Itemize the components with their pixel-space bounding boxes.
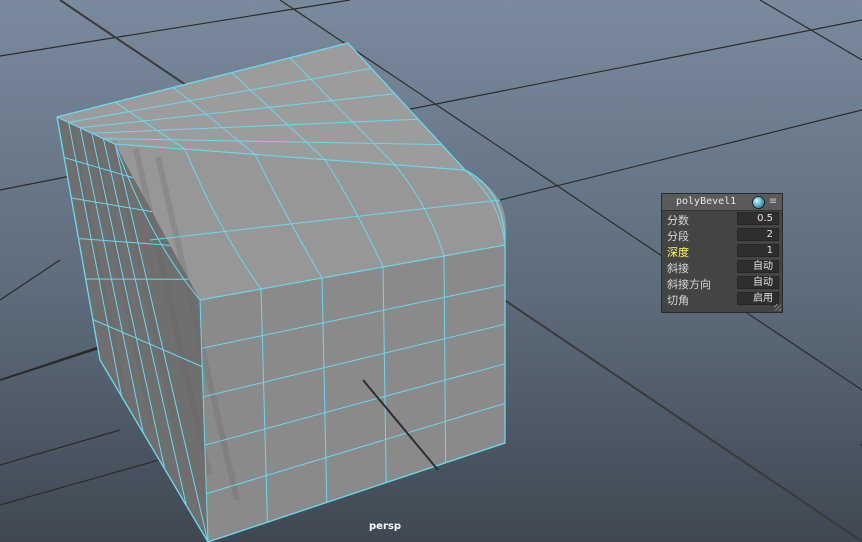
- node-name-label: polyBevel1: [676, 196, 737, 207]
- attribute-label[interactable]: 斜接方向: [667, 276, 711, 292]
- attribute-label[interactable]: 斜接: [667, 260, 689, 276]
- globe-icon[interactable]: [752, 196, 765, 209]
- attribute-value-field[interactable]: 2: [737, 228, 779, 241]
- grid-line: [0, 259, 61, 301]
- channel-box-header: polyBevel1 ≡: [662, 194, 782, 211]
- attribute-list: 分数 0.5 分段 2 深度 1 斜接 自动 斜接方向 自动 切角 启用: [662, 211, 782, 307]
- grid-line: [759, 0, 862, 61]
- camera-name-label: persp: [369, 521, 401, 532]
- attribute-label[interactable]: 切角: [667, 292, 689, 308]
- attribute-label[interactable]: 分段: [667, 228, 689, 244]
- beveled-cube-mesh[interactable]: [56, 42, 507, 542]
- polybevel-channel-box: polyBevel1 ≡ 分数 0.5 分段 2 深度 1 斜接 自动 斜接方向 自动 切角 启用: [661, 193, 783, 313]
- 3d-viewport[interactable]: persp polyBevel1 ≡ 分数 0.5 分段 2 深度 1 斜接 自动 斜接方向 自动…: [0, 0, 862, 542]
- attribute-row[interactable]: 分数 0.5: [662, 211, 782, 227]
- attribute-value-field[interactable]: 自动: [737, 276, 779, 289]
- grid-line: [0, 429, 121, 466]
- attribute-value-field[interactable]: 启用: [737, 292, 779, 305]
- attribute-label[interactable]: 分数: [667, 212, 689, 228]
- menu-icon[interactable]: ≡: [768, 194, 778, 210]
- attribute-value-field[interactable]: 1: [737, 244, 779, 257]
- attribute-value-field[interactable]: 0.5: [737, 212, 779, 225]
- attribute-row[interactable]: 斜接方向 自动: [662, 275, 782, 291]
- grid-line: [499, 109, 862, 201]
- attribute-row[interactable]: 分段 2: [662, 227, 782, 243]
- attribute-value-field[interactable]: 自动: [737, 260, 779, 273]
- attribute-label[interactable]: 深度: [667, 244, 689, 260]
- resize-handle-icon[interactable]: [774, 304, 781, 311]
- attribute-row[interactable]: 深度 1: [662, 243, 782, 259]
- attribute-row[interactable]: 切角 启用: [662, 291, 782, 307]
- grid-line: [0, 0, 351, 57]
- attribute-row[interactable]: 斜接 自动: [662, 259, 782, 275]
